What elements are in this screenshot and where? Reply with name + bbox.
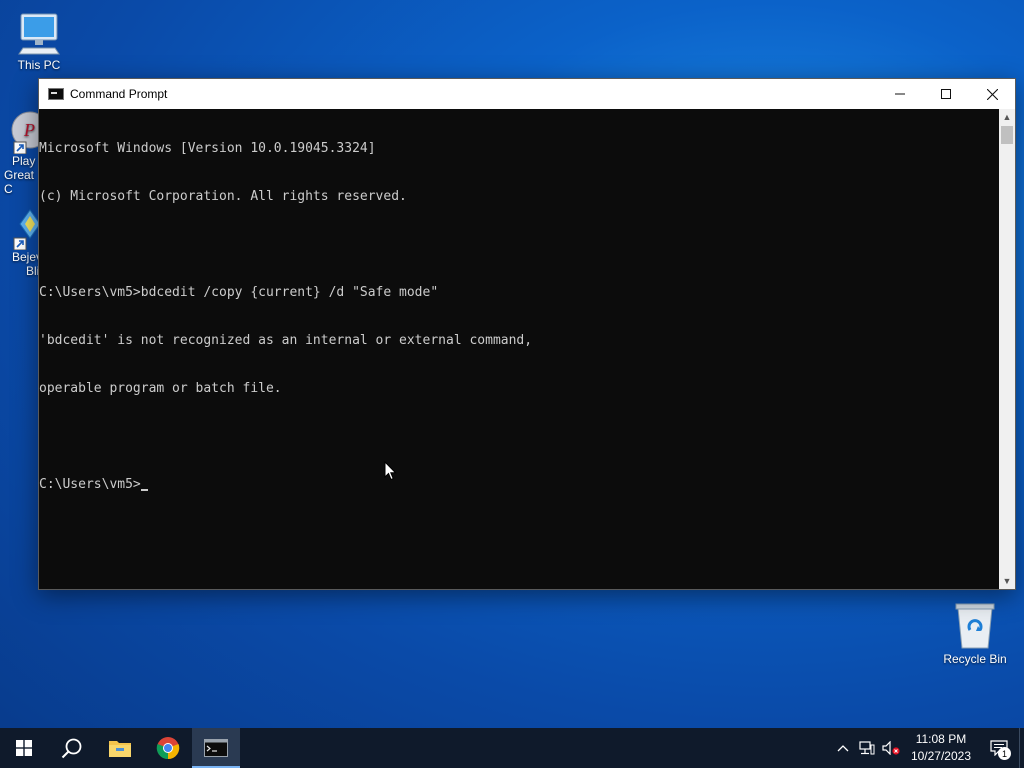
text-cursor — [140, 489, 148, 491]
console-line: Microsoft Windows [Version 10.0.19045.33… — [39, 141, 376, 156]
chevron-down-icon: ▼ — [1002, 576, 1012, 586]
console-line: 'bdcedit' is not recognized as an intern… — [39, 333, 533, 348]
desktop-icon-game-shortcut[interactable]: Bejev Bli — [0, 206, 40, 278]
close-button[interactable] — [969, 79, 1015, 109]
desktop-icon-recycle-bin[interactable]: Recycle Bin — [936, 600, 1014, 666]
window-title: Command Prompt — [70, 87, 168, 101]
game-shortcut-icon: P — [11, 111, 40, 154]
maximize-button[interactable] — [923, 79, 969, 109]
clock[interactable]: 11:08 PM 10/27/2023 — [903, 731, 979, 765]
cmd-icon — [48, 88, 64, 100]
minimize-icon — [895, 93, 905, 95]
mouse-pointer-icon — [384, 461, 397, 481]
show-desktop-button[interactable] — [1019, 728, 1024, 768]
clock-date: 10/27/2023 — [910, 749, 971, 763]
network-button[interactable] — [855, 728, 879, 768]
console-prompt-line[interactable]: C:\Users\vm5> — [39, 477, 999, 493]
taskbar-chrome[interactable] — [144, 728, 192, 768]
console-line: operable program or batch file. — [39, 381, 282, 396]
close-icon — [986, 88, 998, 100]
computer-icon — [18, 13, 60, 55]
desktop-icon-this-pc[interactable]: This PC — [0, 8, 78, 72]
console-output[interactable]: Microsoft Windows [Version 10.0.19045.33… — [39, 109, 999, 589]
scroll-thumb[interactable] — [1001, 126, 1013, 144]
vertical-scrollbar[interactable]: ▲ ▼ — [999, 109, 1015, 589]
search-button[interactable] — [48, 728, 96, 768]
volume-muted-icon — [882, 741, 900, 755]
clock-time: 11:08 PM — [915, 732, 967, 746]
notification-count-badge: 1 — [998, 747, 1011, 760]
window-controls — [877, 79, 1015, 109]
desktop-icon-game-shortcut[interactable]: P Play Great C — [0, 110, 40, 196]
desktop-icon-label: Bejev — [12, 250, 40, 264]
maximize-icon — [941, 89, 951, 99]
action-center-button[interactable]: 1 — [979, 728, 1019, 768]
desktop-icon-label: Recycle Bin — [943, 652, 1007, 666]
taskbar: 11:08 PM 10/27/2023 1 — [0, 728, 1024, 768]
console-line: C:\Users\vm5>bdcedit /copy {current} /d … — [39, 285, 439, 300]
title-bar[interactable]: Command Prompt — [39, 79, 1015, 109]
chevron-up-icon — [837, 745, 849, 752]
console-prompt: C:\Users\vm5> — [39, 477, 141, 492]
chrome-icon — [156, 737, 180, 760]
game-shortcut-icon — [13, 209, 40, 250]
desktop-icon-label: Great C — [4, 168, 35, 196]
taskbar-command-prompt[interactable] — [192, 728, 240, 768]
network-icon — [859, 741, 875, 755]
show-hidden-icons-button[interactable] — [831, 728, 855, 768]
console-line: (c) Microsoft Corporation. All rights re… — [39, 189, 407, 204]
command-prompt-window[interactable]: Command Prompt Microsoft Windows [Versio… — [38, 78, 1016, 590]
desktop-icon-label: Play — [12, 154, 36, 168]
taskbar-file-explorer[interactable] — [96, 728, 144, 768]
recycle-bin-icon — [955, 603, 995, 649]
windows-start-icon — [16, 740, 32, 756]
desktop-icon-label: This PC — [17, 58, 61, 72]
minimize-button[interactable] — [877, 79, 923, 109]
scroll-up-button[interactable]: ▲ — [999, 109, 1015, 125]
file-explorer-icon — [109, 741, 131, 757]
svg-text:P: P — [23, 120, 35, 140]
system-tray: 11:08 PM 10/27/2023 1 — [831, 728, 1024, 768]
chevron-up-icon: ▲ — [1002, 112, 1012, 122]
scroll-down-button[interactable]: ▼ — [999, 573, 1015, 589]
start-button[interactable] — [0, 728, 48, 768]
search-icon — [61, 738, 82, 759]
cmd-icon — [204, 739, 228, 757]
volume-button[interactable] — [879, 728, 903, 768]
